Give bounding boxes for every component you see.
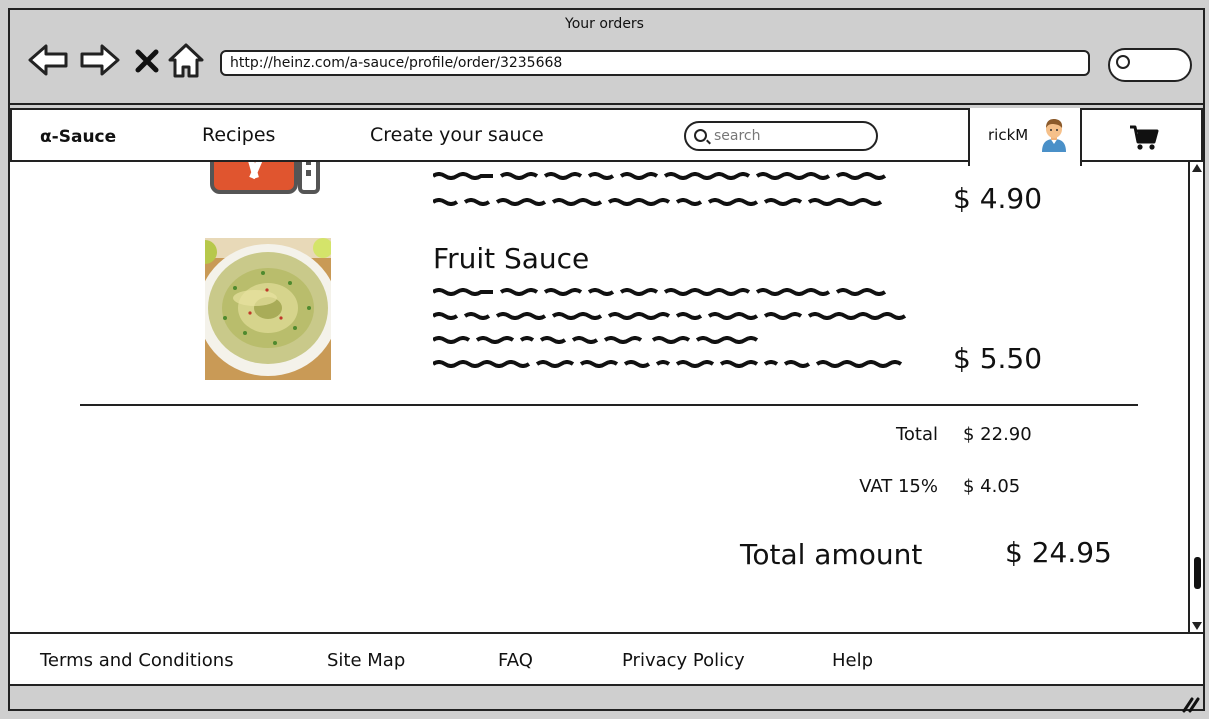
site-footer: Terms and Conditions Site Map FAQ Privac…: [10, 632, 1203, 686]
total-amount-label: Total amount: [740, 538, 923, 571]
footer-link-sitemap[interactable]: Site Map: [327, 650, 405, 671]
item-price: $ 5.50: [953, 342, 1043, 375]
close-icon[interactable]: [134, 40, 160, 80]
vat-value: $ 4.05: [963, 476, 1021, 497]
scroll-thumb[interactable]: [1194, 557, 1201, 589]
url-bar[interactable]: http://heinz.com/a-sauce/profile/order/3…: [220, 50, 1090, 76]
product-description: [433, 198, 883, 206]
product-description: [433, 360, 903, 368]
total-amount-value: $ 24.95: [1005, 536, 1112, 569]
site-navbar: α-Sauce Recipes Create your sauce rickM: [10, 108, 1203, 166]
username: rickM: [988, 126, 1029, 144]
fruit-sauce-image: [205, 238, 331, 380]
item-name: Fruit Sauce: [433, 242, 590, 275]
product-description: [433, 172, 887, 180]
url-text: http://heinz.com/a-sauce/profile/order/3…: [230, 55, 563, 71]
vat-label: VAT 15%: [859, 476, 938, 497]
user-menu[interactable]: rickM: [968, 108, 1082, 166]
scroll-down-icon[interactable]: [1192, 622, 1202, 630]
user-avatar-icon: [1042, 119, 1066, 152]
footer-link-terms[interactable]: Terms and Conditions: [40, 650, 234, 671]
product-image: [210, 162, 320, 194]
arrow-left-icon[interactable]: [26, 40, 70, 80]
arrow-right-icon[interactable]: [78, 40, 122, 80]
footer-link-help[interactable]: Help: [832, 650, 873, 671]
chrome-divider: [10, 103, 1203, 105]
product-description: [433, 288, 887, 296]
search-icon: [1116, 55, 1130, 69]
cart-icon[interactable]: [1128, 124, 1160, 156]
nav-create-sauce[interactable]: Create your sauce: [370, 124, 544, 146]
browser-search-button[interactable]: [1108, 48, 1192, 82]
scroll-up-icon[interactable]: [1192, 164, 1202, 172]
home-icon[interactable]: [166, 40, 206, 80]
site-search-input[interactable]: [714, 126, 864, 146]
total-value: $ 22.90: [963, 424, 1032, 445]
footer-link-faq[interactable]: FAQ: [498, 650, 533, 671]
window-title: Your orders: [565, 16, 644, 32]
order-content: $ 4.90 Fruit Sauce $ 5.50 Total $ 22.90 …: [10, 162, 1188, 632]
summary-divider: [80, 404, 1138, 406]
nav-recipes[interactable]: Recipes: [202, 124, 275, 146]
browser-window: Your orders http://heinz.com/a-sauce/pro…: [0, 0, 1209, 719]
total-label: Total: [895, 424, 938, 445]
site-search[interactable]: [684, 121, 878, 151]
page-viewport: α-Sauce Recipes Create your sauce rickM: [10, 108, 1203, 686]
vertical-scrollbar[interactable]: [1188, 162, 1203, 632]
item-price: $ 4.90: [953, 182, 1043, 215]
search-icon: [694, 129, 707, 142]
site-logo[interactable]: α-Sauce: [40, 127, 116, 147]
product-description: [433, 312, 907, 320]
product-description: [433, 336, 759, 344]
footer-link-privacy[interactable]: Privacy Policy: [622, 650, 745, 671]
resize-grip-icon[interactable]: [1180, 697, 1200, 713]
